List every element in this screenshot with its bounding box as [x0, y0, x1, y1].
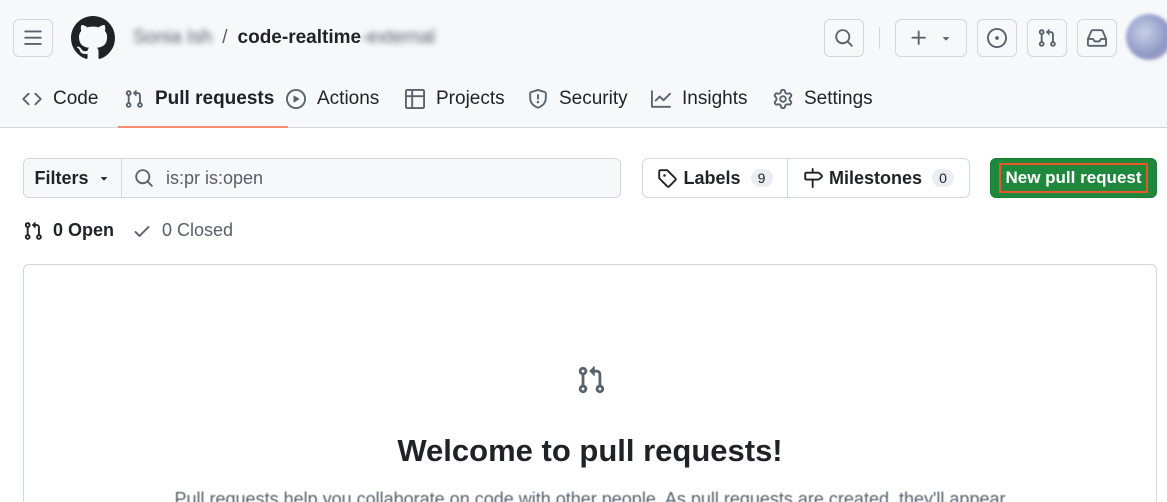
tab-label: Actions: [317, 88, 380, 109]
tab-label: Projects: [436, 88, 505, 109]
your-pull-requests-button[interactable]: [1027, 19, 1067, 57]
labels-label: Labels: [683, 167, 741, 188]
labels-count: 9: [750, 169, 773, 187]
inbox-button[interactable]: [1077, 19, 1117, 57]
closed-prs-link[interactable]: 0 Closed: [132, 220, 233, 241]
plus-icon: [911, 30, 926, 45]
filters-dropdown-button[interactable]: Filters: [24, 159, 122, 197]
hamburger-icon: [24, 30, 42, 45]
tab-label: Code: [53, 88, 99, 109]
header-divider: [879, 27, 880, 49]
triangle-down-icon: [100, 177, 107, 181]
blankslate-title: Welcome to pull requests!: [397, 433, 783, 468]
create-new-button[interactable]: [895, 19, 967, 57]
avatar[interactable]: [1126, 14, 1167, 60]
repo-name: code-realtime: [237, 27, 362, 48]
milestone-icon: [804, 168, 823, 188]
triangle-down-icon: [942, 37, 950, 41]
check-icon: [134, 225, 150, 237]
tab-settings[interactable]: Settings: [763, 78, 883, 120]
labels-milestones-group: Labels 9 Milestones 0: [642, 158, 970, 198]
search-field[interactable]: [122, 159, 620, 197]
blankslate: Welcome to pull requests! Pull requests …: [23, 264, 1157, 502]
tab-label: Pull requests: [155, 88, 275, 109]
graph-icon: [651, 90, 671, 108]
search-button[interactable]: [824, 19, 864, 57]
milestones-count: 0: [932, 169, 955, 187]
search-icon: [135, 169, 153, 187]
repo-name-suffix: -external: [361, 27, 435, 48]
play-icon: [286, 89, 306, 109]
repo-header: Sonia Ish / code-realtime-external Code …: [0, 0, 1167, 128]
open-global-nav-button[interactable]: [13, 19, 53, 57]
tab-label: Insights: [682, 88, 748, 109]
tab-code[interactable]: Code: [12, 78, 108, 120]
open-prs-label: 0 Open: [53, 220, 115, 240]
inbox-icon: [1087, 29, 1107, 47]
tab-security[interactable]: Security: [518, 78, 638, 120]
tab-actions[interactable]: Actions: [276, 78, 389, 120]
milestones-label: Milestones: [828, 167, 923, 188]
git-pull-request-icon: [125, 89, 143, 108]
tab-insights[interactable]: Insights: [641, 78, 757, 120]
search-input[interactable]: [166, 167, 566, 189]
tab-label: Settings: [804, 88, 873, 109]
breadcrumb-separator: /: [222, 27, 228, 48]
repo-owner-link[interactable]: Sonia Ish: [133, 27, 212, 49]
git-pull-request-icon: [578, 366, 605, 394]
blankslate-description: Pull requests help you collaborate on co…: [174, 489, 1006, 502]
pr-state-toggle: 0 Open 0 Closed: [23, 220, 233, 241]
issue-opened-icon: [987, 28, 1007, 48]
breadcrumb: Sonia Ish / code-realtime-external: [133, 27, 435, 49]
gear-icon: [773, 89, 793, 109]
shield-icon: [529, 89, 547, 109]
milestones-button[interactable]: Milestones 0: [788, 159, 969, 197]
new-pull-request-label: New pull request: [999, 163, 1148, 193]
git-pull-request-icon: [24, 221, 42, 240]
code-icon: [22, 92, 42, 106]
tab-pull-requests[interactable]: Pull requests: [114, 78, 289, 128]
search-icon: [835, 29, 853, 47]
tab-label: Security: [559, 88, 628, 109]
table-icon: [405, 89, 425, 109]
new-pull-request-button[interactable]: New pull request: [990, 158, 1157, 198]
tag-icon: [658, 169, 678, 188]
tab-projects[interactable]: Projects: [395, 78, 515, 120]
your-issues-button[interactable]: [977, 19, 1017, 57]
filter-search-group: Filters: [23, 158, 621, 198]
closed-prs-label: 0 Closed: [162, 220, 234, 240]
filters-label: Filters: [34, 167, 89, 188]
labels-button[interactable]: Labels 9: [643, 159, 788, 197]
open-prs-link[interactable]: 0 Open: [23, 220, 114, 241]
repo-name-link[interactable]: code-realtime-external: [238, 27, 435, 49]
github-logo-icon[interactable]: [71, 16, 115, 60]
git-pull-request-icon: [1038, 28, 1056, 47]
